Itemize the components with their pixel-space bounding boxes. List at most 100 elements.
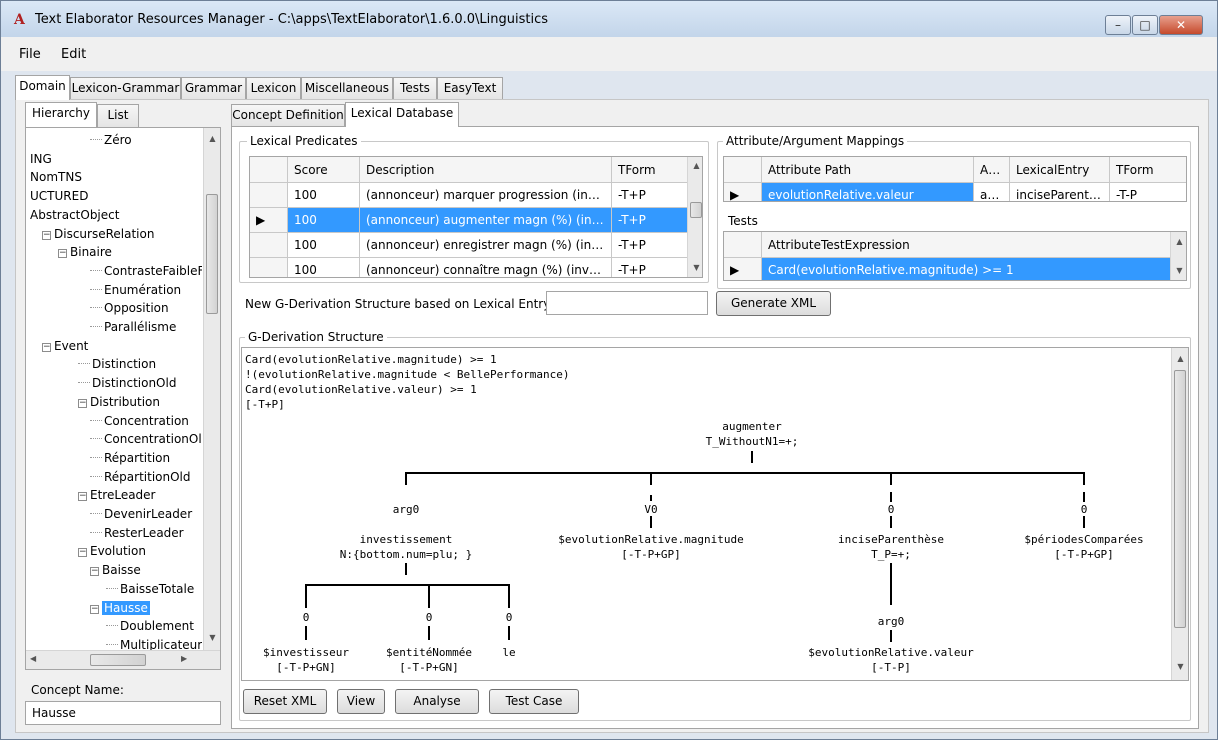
scroll-up-icon[interactable]: ▲ bbox=[204, 134, 220, 143]
tab-lexicon-grammar[interactable]: Lexicon-Grammar bbox=[70, 77, 181, 100]
tree-item[interactable]: − Binaire bbox=[58, 244, 112, 261]
collapse-icon[interactable]: − bbox=[58, 249, 67, 259]
table-row[interactable]: 100 (annonceur) enregistrer magn (%) (inv… bbox=[250, 232, 689, 258]
scroll-up-icon[interactable]: ▲ bbox=[1172, 354, 1188, 363]
tree-item[interactable]: Répartition bbox=[90, 450, 170, 467]
tree-item[interactable]: UCTURED bbox=[30, 188, 88, 205]
cell-score[interactable]: 100 bbox=[287, 257, 360, 277]
tree-item[interactable]: DistinctionOld bbox=[78, 375, 176, 392]
tree-item[interactable]: Doublement bbox=[106, 618, 194, 635]
menu-file[interactable]: File bbox=[19, 47, 41, 62]
tree-item[interactable]: AbstractObject bbox=[30, 207, 119, 224]
cell-tform[interactable]: -T+P bbox=[611, 257, 689, 277]
reset-xml-button[interactable]: Reset XML bbox=[243, 689, 327, 714]
scroll-right-icon[interactable]: ▶ bbox=[181, 654, 187, 663]
collapse-icon[interactable]: − bbox=[78, 548, 87, 558]
lexical-predicates-grid[interactable]: Score Description TForm 100 (annonceur) m… bbox=[249, 156, 703, 278]
tree-horizontal-scrollbar[interactable]: ◀ ▶ bbox=[26, 650, 220, 669]
tree-item[interactable]: Enumération bbox=[90, 282, 181, 299]
tab-concept-definition[interactable]: Concept Definition bbox=[231, 104, 345, 127]
table-row[interactable]: 100 (annonceur) marquer progression (inve… bbox=[250, 182, 689, 208]
tree-item[interactable]: Zéro bbox=[90, 132, 132, 149]
cell-description[interactable]: (annonceur) augmenter magn (%) (inves... bbox=[359, 207, 612, 233]
column-description[interactable]: Description bbox=[359, 157, 612, 183]
tree-vertical-scrollbar[interactable]: ▲ ▼ bbox=[203, 128, 220, 650]
cell-tform[interactable]: -T-P bbox=[1109, 182, 1186, 201]
tab-hierarchy[interactable]: Hierarchy bbox=[25, 102, 97, 127]
tree-item[interactable]: ING bbox=[30, 151, 52, 168]
scroll-down-icon[interactable]: ▼ bbox=[1171, 266, 1186, 275]
lexical-entry-input[interactable] bbox=[546, 291, 708, 315]
tree-item[interactable]: − Distribution bbox=[78, 394, 160, 411]
cell-lexical-entry[interactable]: inciseParenthèse bbox=[1009, 182, 1110, 201]
tree-hscroll-thumb[interactable] bbox=[90, 654, 146, 666]
cell-score[interactable]: 100 bbox=[287, 182, 360, 208]
cell-test-expression[interactable]: Card(evolutionRelative.magnitude) >= 1 bbox=[761, 257, 1172, 280]
close-button[interactable]: ✕ bbox=[1159, 15, 1203, 35]
column-attribute-path[interactable]: Attribute Path bbox=[761, 157, 974, 183]
collapse-icon[interactable]: − bbox=[90, 567, 99, 577]
tree-item[interactable]: BaisseTotale bbox=[106, 581, 194, 598]
tree-item[interactable]: − Event bbox=[42, 338, 88, 355]
column-tform[interactable]: TForm bbox=[1109, 157, 1186, 183]
title-bar[interactable]: A Text Elaborator Resources Manager - C:… bbox=[1, 1, 1217, 37]
menu-edit[interactable]: Edit bbox=[61, 47, 86, 62]
tree-item[interactable]: NomTNS bbox=[30, 169, 82, 186]
generate-xml-button[interactable]: Generate XML bbox=[716, 291, 831, 316]
cell-score[interactable]: 100 bbox=[287, 207, 360, 233]
predicates-scrollbar[interactable]: ▲ ▼ bbox=[687, 157, 702, 277]
gderivation-scroll-thumb[interactable] bbox=[1174, 370, 1186, 628]
tree-item[interactable]: − Evolution bbox=[78, 543, 146, 560]
tree-item[interactable]: RépartitionOld bbox=[90, 469, 191, 486]
cell-description[interactable]: (annonceur) connaître magn (%) (investi.… bbox=[359, 257, 612, 277]
tree-item[interactable]: − DiscurseRelation bbox=[42, 226, 154, 243]
tab-tests[interactable]: Tests bbox=[393, 77, 437, 100]
collapse-icon[interactable]: − bbox=[78, 492, 87, 502]
table-row[interactable]: ▶ evolutionRelative.valeur arg0 incisePa… bbox=[724, 182, 1186, 201]
tree-scroll-thumb[interactable] bbox=[206, 194, 218, 314]
cell-description[interactable]: (annonceur) marquer progression (investi… bbox=[359, 182, 612, 208]
tests-grid[interactable]: AttributeTestExpression ▶ Card(evolution… bbox=[723, 231, 1187, 281]
scroll-down-icon[interactable]: ▼ bbox=[688, 263, 702, 272]
cell-description[interactable]: (annonceur) enregistrer magn (%) (inves.… bbox=[359, 232, 612, 258]
concept-name-field[interactable]: Hausse bbox=[25, 701, 221, 725]
tree-item[interactable]: − Baisse bbox=[90, 562, 141, 579]
tree-item[interactable]: Parallélisme bbox=[90, 319, 176, 336]
analyse-button[interactable]: Analyse bbox=[395, 689, 479, 714]
tree-item[interactable]: Distinction bbox=[78, 356, 156, 373]
collapse-icon[interactable]: − bbox=[42, 342, 51, 352]
tree-item[interactable]: − Hausse bbox=[90, 600, 150, 617]
cell-attribute-path[interactable]: evolutionRelative.valeur bbox=[761, 182, 974, 201]
table-row[interactable]: ▶ Card(evolutionRelative.magnitude) >= 1 bbox=[724, 257, 1172, 280]
test-case-button[interactable]: Test Case bbox=[489, 689, 579, 714]
scroll-up-icon[interactable]: ▲ bbox=[688, 161, 702, 170]
cell-tform[interactable]: -T+P bbox=[611, 207, 689, 233]
cell-tform[interactable]: -T+P bbox=[611, 232, 689, 258]
gderivation-scrollbar[interactable]: ▲ ▼ bbox=[1171, 348, 1188, 680]
tab-easytext[interactable]: EasyText bbox=[437, 77, 503, 100]
cell-argument[interactable]: arg0 bbox=[973, 182, 1010, 201]
column-attribute-test-expression[interactable]: AttributeTestExpression bbox=[761, 232, 1172, 258]
column-score[interactable]: Score bbox=[287, 157, 360, 183]
tree-item[interactable]: ConcentrationOl( bbox=[90, 431, 202, 448]
tab-lexical-database[interactable]: Lexical Database bbox=[345, 102, 459, 127]
tab-lexicon[interactable]: Lexicon bbox=[246, 77, 301, 100]
table-row[interactable]: ▶ 100 (annonceur) augmenter magn (%) (inve… bbox=[250, 207, 689, 233]
maximize-button[interactable]: □ bbox=[1132, 15, 1158, 35]
scroll-down-icon[interactable]: ▼ bbox=[1172, 662, 1188, 671]
tab-domain[interactable]: Domain bbox=[15, 75, 70, 100]
cell-tform[interactable]: -T+P bbox=[611, 182, 689, 208]
tree-item[interactable]: ResterLeader bbox=[90, 525, 184, 542]
tab-list[interactable]: List bbox=[97, 104, 139, 127]
tab-miscellaneous[interactable]: Miscellaneous bbox=[301, 77, 393, 100]
scroll-down-icon[interactable]: ▼ bbox=[204, 633, 220, 642]
view-button[interactable]: View bbox=[337, 689, 385, 714]
tree-item[interactable]: Opposition bbox=[90, 300, 169, 317]
tests-scrollbar[interactable]: ▲ ▼ bbox=[1170, 232, 1186, 280]
column-argument[interactable]: Argu bbox=[973, 157, 1010, 183]
tab-grammar[interactable]: Grammar bbox=[181, 77, 246, 100]
gderivation-text-area[interactable]: Card(evolutionRelative.magnitude) >= 1 !… bbox=[241, 347, 1189, 681]
collapse-icon[interactable]: − bbox=[42, 230, 51, 240]
hierarchy-tree[interactable]: Zéro ING NomTNS UCTURED AbstractObject − Discu… bbox=[25, 127, 221, 670]
collapse-icon[interactable]: − bbox=[90, 604, 99, 614]
